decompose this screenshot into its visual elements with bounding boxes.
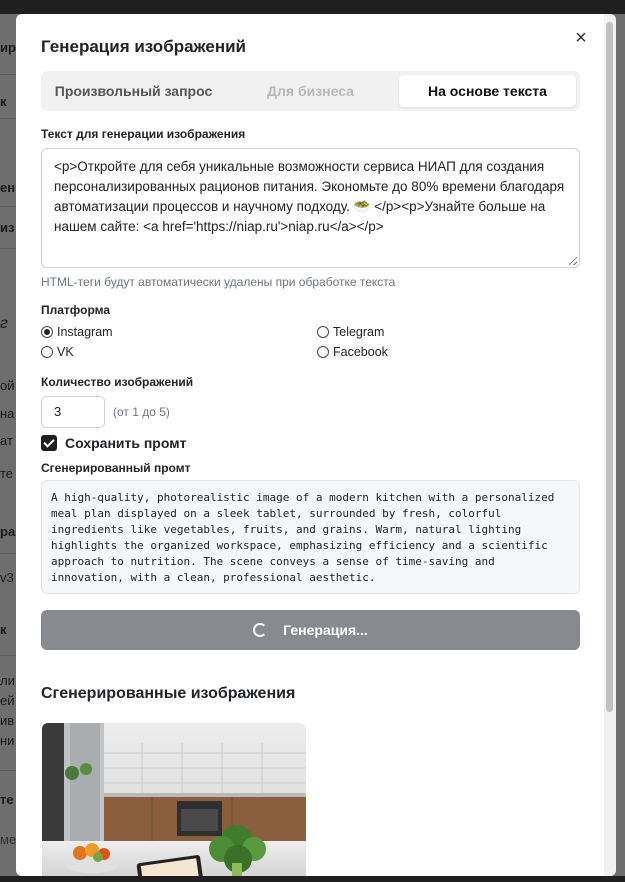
kitchen-image — [42, 723, 306, 876]
checkbox-checked-icon[interactable] — [41, 435, 57, 451]
bg-text-fragment: ей — [0, 693, 15, 708]
bg-text-fragment: к — [0, 622, 7, 637]
radio-unchecked-icon[interactable] — [41, 346, 53, 358]
radio-unchecked-icon[interactable] — [317, 346, 329, 358]
generate-button[interactable]: Генерация... — [41, 610, 580, 650]
bg-text-fragment: ме — [0, 832, 16, 847]
bg-text-fragment: те — [0, 466, 14, 481]
image-count-label: Количество изображений — [41, 375, 194, 389]
mode-tabs: Произвольный запрос Для бизнеса На основ… — [41, 71, 580, 111]
bg-text-fragment: те — [0, 792, 14, 807]
image-count-hint: (от 1 до 5) — [113, 405, 170, 419]
bg-divider — [0, 206, 16, 207]
bg-divider — [0, 770, 16, 771]
bg-divider — [0, 553, 16, 554]
generate-button-label: Генерация... — [283, 622, 368, 638]
platform-option-label: Facebook — [333, 345, 388, 359]
bg-text-fragment: к — [0, 94, 7, 109]
bg-text-fragment: ни — [0, 733, 15, 748]
modal-scrollbar[interactable] — [604, 14, 616, 876]
platform-option-label: Telegram — [333, 325, 385, 339]
bg-text-fragment: ен — [0, 180, 16, 195]
close-button[interactable]: × — [572, 27, 590, 49]
platform-option-facebook[interactable]: Facebook — [317, 345, 388, 359]
background-top-bar — [0, 0, 625, 14]
bg-text-fragment: ра — [0, 524, 16, 539]
bg-divider — [0, 248, 16, 249]
bg-text-fragment: из — [0, 220, 15, 235]
bg-divider — [0, 118, 16, 119]
bg-divider — [0, 74, 16, 75]
save-prompt-checkbox-row[interactable]: Сохранить промт — [41, 435, 186, 451]
source-text-field[interactable]: <p>Откройте для себя уникальные возможно… — [41, 148, 580, 268]
platform-option-instagram[interactable]: Instagram — [41, 325, 113, 339]
platform-option-vk[interactable]: VK — [41, 345, 74, 359]
bg-text-fragment: v3 — [0, 570, 14, 585]
bg-text-fragment: ир — [0, 40, 16, 55]
bg-divider — [0, 655, 16, 656]
radio-unchecked-icon[interactable] — [317, 326, 329, 338]
bg-text-fragment: ат — [0, 433, 13, 448]
bg-text-fragment: г — [0, 315, 8, 332]
modal-title: Генерация изображений — [41, 37, 246, 56]
bg-text-fragment: ли — [0, 673, 15, 688]
generated-prompt-label: Сгенерированный промт — [41, 461, 191, 475]
radio-checked-icon[interactable] — [41, 326, 53, 338]
source-text-label: Текст для генерации изображения — [41, 127, 246, 141]
generated-image-thumbnail[interactable] — [42, 723, 306, 876]
source-text-value: <p>Откройте для себя уникальные возможно… — [54, 159, 565, 234]
scrollbar-thumb[interactable] — [606, 22, 613, 712]
tab-for-business[interactable]: Для бизнеса — [222, 75, 399, 107]
bg-text-fragment: на — [0, 406, 15, 421]
bg-text-fragment: ой — [0, 378, 15, 393]
modal-body[interactable]: Генерация изображений × Произвольный зап… — [16, 14, 604, 876]
image-count-input[interactable]: 3 — [41, 396, 105, 428]
tab-based-on-text[interactable]: На основе текста — [399, 75, 576, 107]
platform-option-label: VK — [57, 345, 74, 359]
resize-handle-icon[interactable] — [569, 257, 577, 265]
source-text-help: HTML-теги будут автоматически удалены пр… — [41, 275, 396, 289]
generated-images-title: Сгенерированные изображения — [41, 685, 296, 702]
save-prompt-label: Сохранить промт — [65, 435, 187, 451]
generated-prompt-text: A high-quality, photorealistic image of … — [41, 480, 580, 594]
tab-custom-request[interactable]: Произвольный запрос — [45, 75, 222, 107]
close-icon: × — [575, 27, 587, 49]
bg-text-fragment: ив — [0, 713, 15, 728]
platform-option-label: Instagram — [57, 325, 113, 339]
platform-label: Платформа — [41, 303, 111, 317]
spinner-icon — [253, 623, 268, 637]
image-generation-modal: Генерация изображений × Произвольный зап… — [16, 14, 616, 876]
platform-option-telegram[interactable]: Telegram — [317, 325, 384, 339]
background-bottom-bar — [0, 876, 625, 882]
